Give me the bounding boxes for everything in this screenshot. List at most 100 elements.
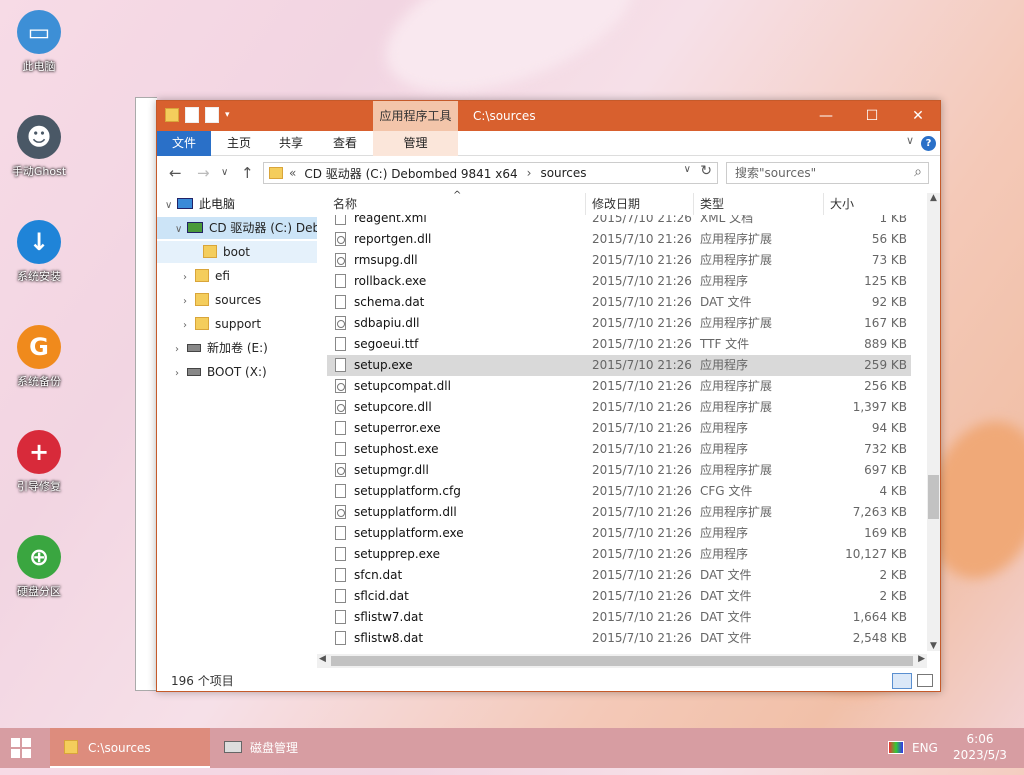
tree-item[interactable]: ∨ 此电脑 xyxy=(165,193,317,215)
desktop-icon[interactable]: ▭ 此电脑 xyxy=(5,10,73,74)
large-icons-view-icon[interactable] xyxy=(917,674,933,687)
scroll-left-icon[interactable]: ◀ xyxy=(319,654,326,664)
close-button[interactable]: ✕ xyxy=(895,101,941,131)
breadcrumb-drive[interactable]: CD 驱动器 (C:) Debombed 9841 x64 xyxy=(304,165,517,182)
tab-home[interactable]: 主页 xyxy=(227,131,251,156)
file-row[interactable]: segoeui.ttf 2015/7/10 21:26 TTF 文件 889 KB xyxy=(327,334,911,355)
file-type: 应用程序扩展 xyxy=(700,505,773,519)
hscroll-thumb[interactable] xyxy=(331,656,913,666)
expand-arrow-icon[interactable]: ∨ xyxy=(165,195,177,215)
desktop-icon[interactable]: ↓ 系统安装 xyxy=(5,220,73,284)
file-row[interactable]: setup.exe 2015/7/10 21:26 应用程序 259 KB xyxy=(327,355,911,376)
language-indicator[interactable]: ENG xyxy=(912,728,938,768)
up-icon[interactable]: ↑ xyxy=(241,164,254,182)
desktop-icon[interactable]: G 系统备份 xyxy=(5,325,73,389)
file-row[interactable]: setupmgr.dll 2015/7/10 21:26 应用程序扩展 697 KB xyxy=(327,460,911,481)
overflow-icon[interactable]: « xyxy=(289,166,296,180)
clock[interactable]: 6:06 2023/5/3 xyxy=(950,728,1010,768)
search-input[interactable]: 搜索"sources" ⌕ xyxy=(726,162,929,184)
file-date: 2015/7/10 21:26 xyxy=(592,505,692,519)
recent-dropdown-icon[interactable]: ∨ xyxy=(221,167,228,178)
file-row[interactable]: sflistw8.dat 2015/7/10 21:26 DAT 文件 2,548 K… xyxy=(327,628,911,649)
tree-item[interactable]: › 新加卷 (E:) xyxy=(175,337,317,359)
explorer-window: ▾ 应用程序工具 C:\sources — ☐ ✕ 文件 主页 共享 查看 管理… xyxy=(156,100,941,692)
expand-arrow-icon[interactable]: › xyxy=(175,339,187,359)
column-size[interactable]: 大小 xyxy=(823,193,913,215)
details-view-icon[interactable] xyxy=(892,673,912,689)
address-bar[interactable]: « CD 驱动器 (C:) Debombed 9841 x64 › source… xyxy=(263,162,718,184)
file-row[interactable]: setupprep.exe 2015/7/10 21:26 应用程序 10,127 K… xyxy=(327,544,911,565)
expand-arrow-icon[interactable]: › xyxy=(175,363,187,383)
expand-ribbon-icon[interactable]: ∨ xyxy=(906,134,914,147)
forward-icon[interactable]: → xyxy=(197,164,210,182)
file-row[interactable]: setupcompat.dll 2015/7/10 21:26 应用程序扩展 256 … xyxy=(327,376,911,397)
file-row[interactable]: rollback.exe 2015/7/10 21:26 应用程序 125 KB xyxy=(327,271,911,292)
expand-arrow-icon[interactable]: › xyxy=(183,267,195,287)
tree-item[interactable]: ∨ CD 驱动器 (C:) Debombed 9841 x64 xyxy=(157,217,317,239)
file-row[interactable]: sflcid.dat 2015/7/10 21:26 DAT 文件 2 KB xyxy=(327,586,911,607)
folder-icon xyxy=(269,167,283,179)
tab-manage[interactable]: 管理 xyxy=(373,131,458,156)
customize-qat-icon[interactable]: ▾ xyxy=(225,110,230,120)
search-icon[interactable]: ⌕ xyxy=(914,162,922,182)
file-row[interactable]: setupplatform.dll 2015/7/10 21:26 应用程序扩展 7,… xyxy=(327,502,911,523)
tab-file[interactable]: 文件 xyxy=(157,131,211,156)
desktop-icon[interactable]: + 引导修复 xyxy=(5,430,73,494)
file-row[interactable]: setupplatform.exe 2015/7/10 21:26 应用程序 169 … xyxy=(327,523,911,544)
file-row[interactable]: reagent.xml 2015/7/10 21:26 XML 文档 1 KB xyxy=(327,215,911,229)
file-row[interactable]: setupcore.dll 2015/7/10 21:26 应用程序扩展 1,397 … xyxy=(327,397,911,418)
background-window[interactable] xyxy=(135,97,157,691)
desktop-icon[interactable]: ⊕ 硬盘分区 xyxy=(5,535,73,599)
scroll-up-icon[interactable]: ▲ xyxy=(927,193,940,203)
tree-item[interactable]: › support xyxy=(183,313,317,335)
breadcrumb-sources[interactable]: sources xyxy=(540,166,586,180)
desktop-icon[interactable]: ☻ 手动Ghost xyxy=(5,115,73,179)
scroll-thumb[interactable] xyxy=(928,475,939,519)
title-bar[interactable]: ▾ 应用程序工具 C:\sources — ☐ ✕ xyxy=(157,101,940,131)
scroll-down-icon[interactable]: ▼ xyxy=(927,641,940,651)
address-dropdown-icon[interactable]: ∨ xyxy=(684,164,691,175)
minimize-button[interactable]: — xyxy=(803,101,849,131)
tree-item[interactable]: › efi xyxy=(183,265,317,287)
file-type: 应用程序 xyxy=(700,274,749,288)
column-name[interactable]: 名称 xyxy=(333,193,357,215)
tree-item[interactable]: › sources xyxy=(183,289,317,311)
file-row[interactable]: reportgen.dll 2015/7/10 21:26 应用程序扩展 56 KB xyxy=(327,229,911,250)
window-title: C:\sources xyxy=(473,109,536,123)
file-row[interactable]: sfcn.dat 2015/7/10 21:26 DAT 文件 2 KB xyxy=(327,565,911,586)
back-icon[interactable]: ← xyxy=(169,164,182,182)
taskbar-item-disk-management[interactable]: 磁盘管理 xyxy=(214,728,374,768)
properties-icon[interactable] xyxy=(185,107,199,123)
column-date[interactable]: 修改日期 xyxy=(585,193,640,215)
file-row[interactable]: sflistw7.dat 2015/7/10 21:26 DAT 文件 1,664 K… xyxy=(327,607,911,628)
horizontal-scrollbar[interactable]: ◀ ▶ xyxy=(317,654,927,668)
tree-item[interactable]: › BOOT (X:) xyxy=(175,361,317,383)
scroll-right-icon[interactable]: ▶ xyxy=(918,654,925,664)
file-row[interactable]: setupplatform.cfg 2015/7/10 21:26 CFG 文件 4 … xyxy=(327,481,911,502)
expand-arrow-icon[interactable]: ∨ xyxy=(175,219,187,239)
file-type: 应用程序扩展 xyxy=(700,463,773,477)
desktop-app-icon: ↓ xyxy=(17,220,61,264)
file-row[interactable]: rmsupg.dll 2015/7/10 21:26 应用程序扩展 73 KB xyxy=(327,250,911,271)
maximize-button[interactable]: ☐ xyxy=(849,101,895,131)
start-button[interactable] xyxy=(10,728,40,768)
file-row[interactable]: setuphost.exe 2015/7/10 21:26 应用程序 732 KB xyxy=(327,439,911,460)
file-row[interactable]: schema.dat 2015/7/10 21:26 DAT 文件 92 KB xyxy=(327,292,911,313)
display-tray-icon[interactable] xyxy=(888,728,908,768)
tab-application-tools[interactable]: 应用程序工具 xyxy=(373,101,458,131)
expand-arrow-icon[interactable]: › xyxy=(183,291,195,311)
expand-arrow-icon[interactable]: › xyxy=(183,315,195,335)
vertical-scrollbar[interactable]: ▲ ▼ xyxy=(927,193,940,651)
taskbar-item-explorer[interactable]: C:\sources xyxy=(50,728,210,768)
dll-file-icon xyxy=(335,253,346,267)
column-type[interactable]: 类型 xyxy=(693,193,724,215)
file-row[interactable]: setuperror.exe 2015/7/10 21:26 应用程序 94 KB xyxy=(327,418,911,439)
file-row[interactable]: sdbapiu.dll 2015/7/10 21:26 应用程序扩展 167 KB xyxy=(327,313,911,334)
refresh-icon[interactable]: ↻ xyxy=(700,163,712,179)
tab-view[interactable]: 查看 xyxy=(333,131,357,156)
tab-share[interactable]: 共享 xyxy=(279,131,303,156)
help-icon[interactable]: ? xyxy=(921,136,936,151)
breadcrumb-separator-icon[interactable]: › xyxy=(527,166,532,180)
tree-item[interactable]: boot xyxy=(157,241,317,263)
new-folder-icon[interactable] xyxy=(205,107,219,123)
